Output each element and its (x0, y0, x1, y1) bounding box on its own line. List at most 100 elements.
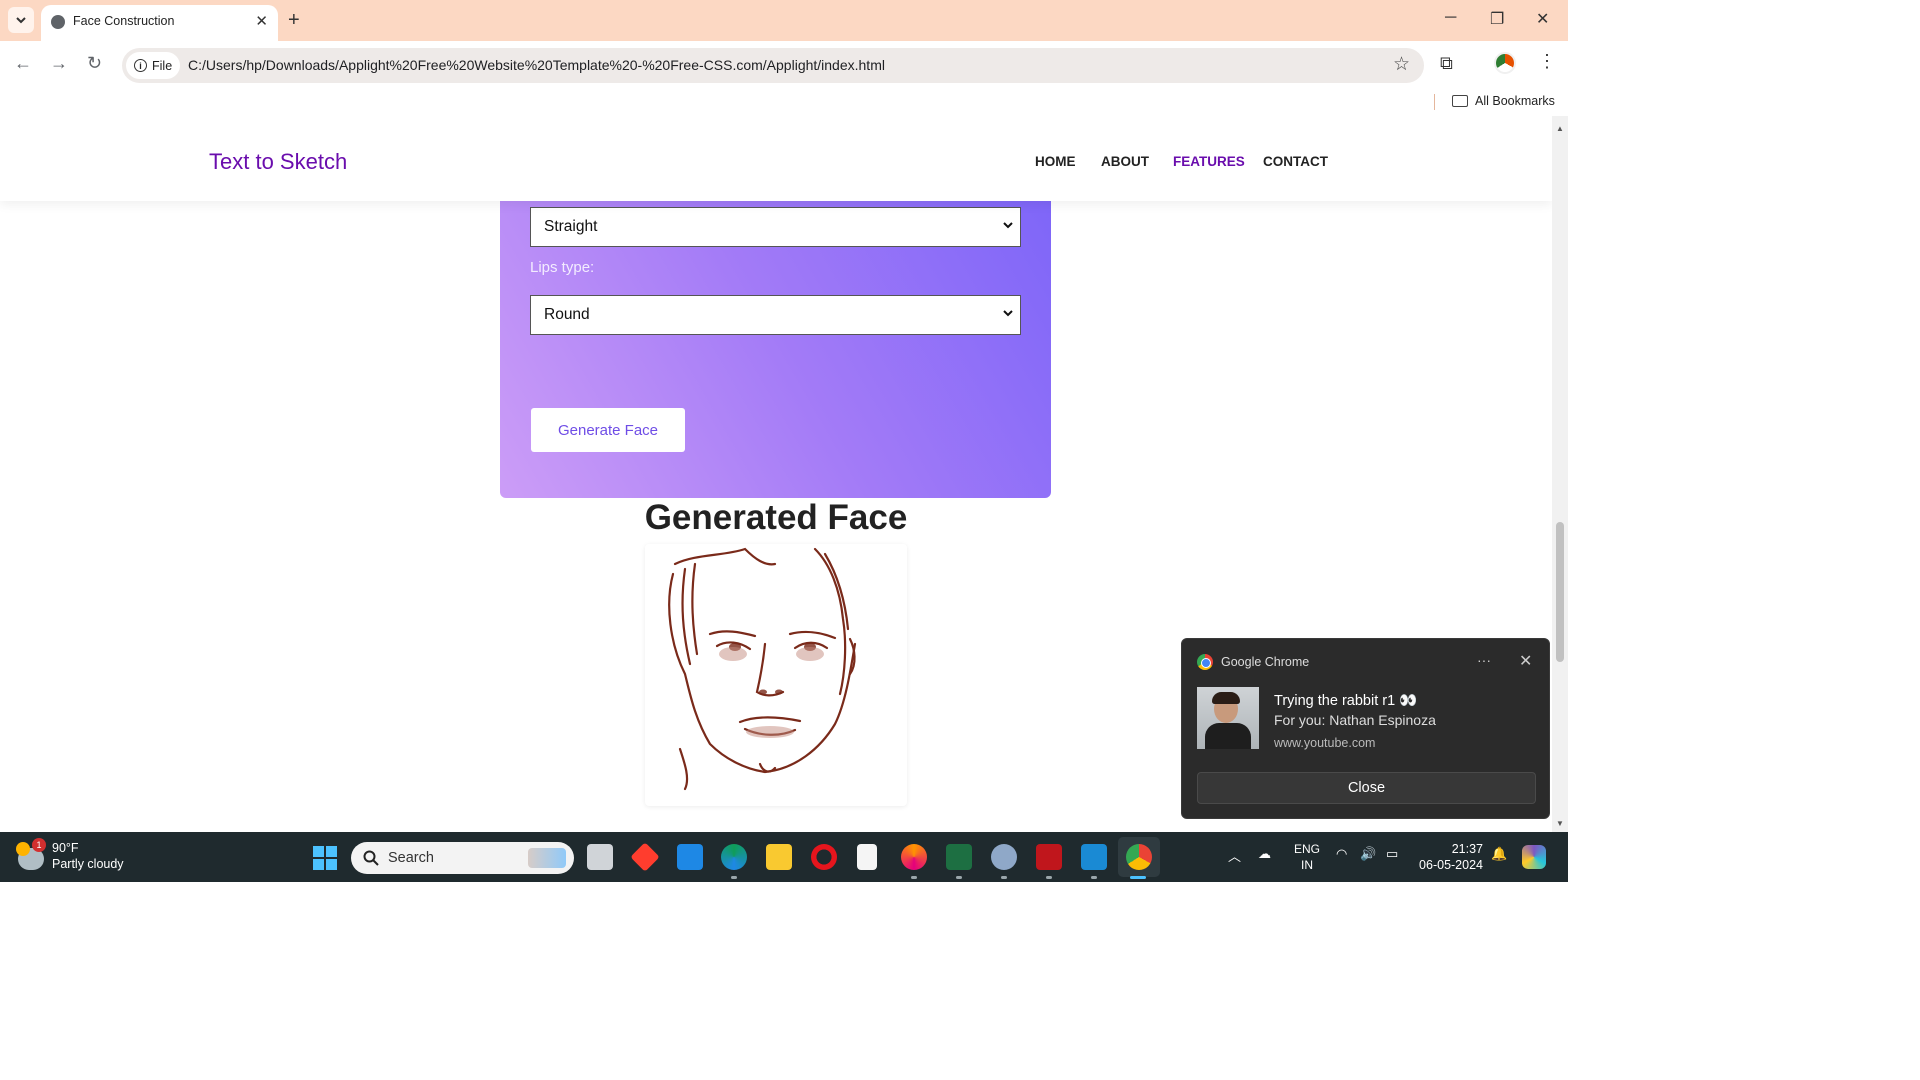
minimize-icon[interactable]: ─ (1445, 9, 1456, 27)
bookmarks-bar: All Bookmarks (0, 88, 1568, 116)
vscode-icon[interactable] (1081, 844, 1107, 870)
search-placeholder: Search (388, 850, 434, 866)
running-indicator (911, 876, 917, 879)
lips-type-select[interactable]: Round (530, 295, 1021, 335)
face-form-card: Straight Lips type: Round Generate Face (500, 176, 1051, 498)
generated-face-image (645, 544, 907, 806)
bookmarks-divider (1434, 94, 1435, 110)
generated-face-title: Generated Face (644, 498, 908, 537)
copilot-icon[interactable] (1522, 845, 1546, 869)
chevron-down-icon (1003, 222, 1013, 229)
tab-search-button[interactable] (8, 7, 34, 33)
anydesk-icon[interactable] (630, 842, 660, 872)
extensions-icon[interactable]: ⧉ (1440, 53, 1453, 74)
star-icon[interactable]: ☆ (1393, 53, 1410, 76)
notification-header: Google Chrome (1197, 654, 1309, 670)
notepad-icon[interactable] (857, 844, 877, 870)
forward-icon[interactable]: → (50, 53, 68, 74)
site-header: Text to Sketch HOME ABOUT FEATURES CONTA… (0, 116, 1552, 201)
page-scrollbar[interactable]: ▲ ▼ (1552, 116, 1568, 832)
volume-icon[interactable]: 🔊 (1360, 846, 1376, 862)
running-indicator (1001, 876, 1007, 879)
notification-bell-icon[interactable]: 🔔 (1491, 846, 1507, 862)
scroll-up-icon[interactable]: ▲ (1556, 124, 1564, 133)
browser-toolbar: ← → ↻ i File C:/Users/hp/Downloads/Appli… (0, 41, 1568, 88)
language-indicator[interactable]: ENG IN (1294, 841, 1320, 873)
windows-start-icon[interactable] (313, 846, 337, 870)
notification-subtitle: For you: Nathan Espinoza (1274, 712, 1436, 728)
reload-icon[interactable]: ↻ (87, 53, 102, 74)
edge-icon[interactable] (721, 844, 747, 870)
nose-type-select[interactable]: Straight (530, 207, 1021, 247)
running-indicator (731, 876, 737, 879)
search-highlight-icon (528, 848, 566, 868)
scroll-thumb[interactable] (1556, 522, 1564, 662)
opera-icon[interactable] (811, 844, 837, 870)
all-bookmarks-button[interactable]: All Bookmarks (1452, 94, 1555, 108)
mail-icon[interactable] (677, 844, 703, 870)
more-options-icon[interactable]: ··· (1477, 652, 1491, 668)
system-clock[interactable]: 21:37 06-05-2024 (1417, 841, 1483, 873)
chrome-notification[interactable]: Google Chrome ··· ✕ Trying the rabbit r1… (1181, 638, 1550, 819)
active-indicator (1130, 876, 1146, 879)
firefox-icon[interactable] (901, 844, 927, 870)
wifi-icon[interactable]: ◠ (1336, 846, 1347, 862)
lips-select-value: Round (544, 306, 590, 323)
excel-icon[interactable] (946, 844, 972, 870)
window-close-icon[interactable]: ✕ (1536, 9, 1549, 29)
info-icon: i (134, 59, 147, 72)
partly-cloudy-icon: 1 (16, 838, 46, 870)
clock-time: 21:37 (1451, 842, 1483, 856)
folder-icon (1452, 95, 1468, 107)
taskbar-search[interactable]: Search (351, 842, 574, 874)
profile-avatar[interactable] (1494, 52, 1516, 74)
notification-close-button[interactable]: Close (1197, 772, 1536, 804)
close-icon[interactable]: ✕ (1519, 651, 1532, 671)
weather-desc: Partly cloudy (52, 857, 124, 871)
url-text[interactable]: C:/Users/hp/Downloads/Applight%20Free%20… (188, 57, 885, 73)
nav-home[interactable]: HOME (1035, 154, 1076, 169)
url-chip-label: File (152, 58, 173, 73)
lang-line2: IN (1301, 858, 1313, 872)
search-icon (363, 850, 379, 866)
kebab-icon[interactable]: ⋮ (1538, 51, 1556, 72)
weather-widget[interactable]: 1 90°F Partly cloudy (16, 838, 124, 872)
notification-title: Trying the rabbit r1 👀 (1274, 693, 1418, 709)
tab-strip: Face Construction ✕ + ─ ❐ ✕ (0, 0, 1568, 41)
browser-tab[interactable]: Face Construction ✕ (41, 5, 278, 41)
show-hidden-icons[interactable]: ︿ (1228, 846, 1241, 865)
notification-source: www.youtube.com (1274, 736, 1376, 750)
new-tab-button[interactable]: + (288, 9, 300, 32)
weather-temp: 90°F (52, 841, 79, 855)
all-bookmarks-label: All Bookmarks (1475, 94, 1555, 108)
mcafee-icon[interactable] (1036, 844, 1062, 870)
lang-line1: ENG (1294, 842, 1321, 856)
restore-icon[interactable]: ❐ (1490, 9, 1504, 29)
file-explorer-icon[interactable] (766, 844, 792, 870)
generate-face-button[interactable]: Generate Face (531, 408, 685, 452)
site-info-chip[interactable]: i File (126, 52, 180, 79)
windows-taskbar: 1 90°F Partly cloudy Search ︿ ☁ ENG IN ◠… (0, 832, 1568, 882)
chrome-icon (1197, 654, 1213, 670)
nav-about[interactable]: ABOUT (1101, 154, 1149, 169)
weather-badge: 1 (32, 838, 46, 852)
lips-type-label: Lips type: (530, 259, 595, 276)
running-indicator (956, 876, 962, 879)
nav-contact[interactable]: CONTACT (1263, 154, 1328, 169)
close-tab-icon[interactable]: ✕ (255, 12, 268, 30)
r-app-icon[interactable] (991, 844, 1017, 870)
globe-icon (51, 15, 65, 29)
site-brand[interactable]: Text to Sketch (209, 149, 347, 175)
scroll-down-icon[interactable]: ▼ (1556, 819, 1564, 828)
running-indicator (1091, 876, 1097, 879)
tab-title: Face Construction (73, 14, 175, 28)
clock-date: 06-05-2024 (1419, 858, 1483, 872)
chevron-down-icon (1003, 310, 1013, 317)
chrome-taskbar-icon[interactable] (1126, 844, 1152, 870)
battery-icon[interactable]: ▭ (1386, 846, 1398, 862)
nav-features[interactable]: FEATURES (1173, 154, 1245, 169)
task-view-icon[interactable] (587, 844, 613, 870)
back-icon[interactable]: ← (14, 53, 32, 74)
onedrive-icon[interactable]: ☁ (1258, 846, 1271, 862)
address-bar[interactable]: i File C:/Users/hp/Downloads/Applight%20… (122, 48, 1424, 83)
